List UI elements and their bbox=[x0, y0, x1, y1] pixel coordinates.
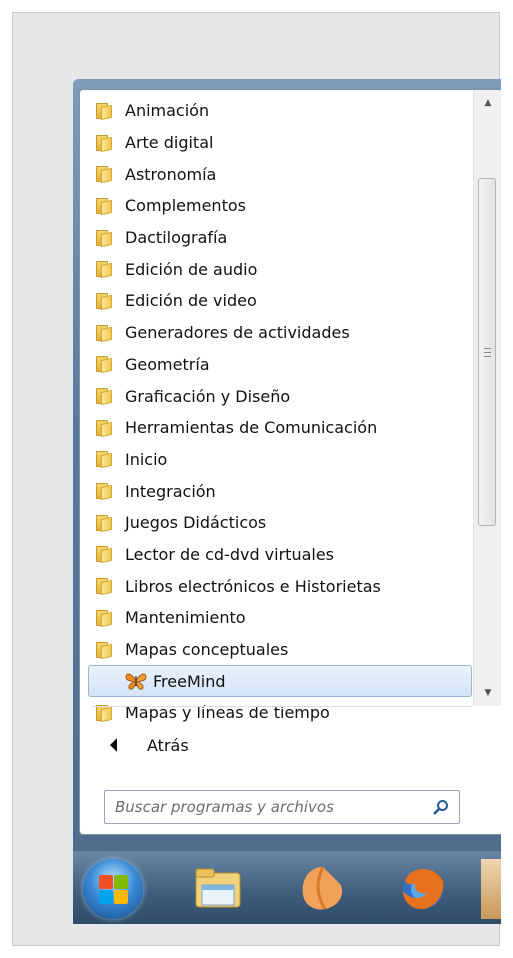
folder-icon bbox=[96, 102, 114, 121]
programs-panel: Animación Arte digital Astronomía Comple… bbox=[79, 89, 501, 835]
folder-icon bbox=[96, 578, 114, 596]
folder-icon bbox=[96, 514, 114, 532]
search-icon[interactable] bbox=[433, 799, 449, 815]
program-label: Mantenimiento bbox=[125, 608, 246, 628]
start-orb-icon[interactable] bbox=[83, 859, 143, 919]
program-folder-item[interactable]: Dactilografía bbox=[80, 222, 472, 254]
program-label: Integración bbox=[125, 481, 216, 501]
windows-explorer-icon[interactable] bbox=[188, 859, 248, 919]
start-menu: Animación Arte digital Astronomía Comple… bbox=[73, 79, 501, 924]
folder-icon bbox=[96, 451, 114, 469]
program-label: Edición de audio bbox=[125, 259, 258, 279]
taskbar-item-partial[interactable] bbox=[481, 859, 501, 919]
program-label: Graficación y Diseño bbox=[125, 386, 291, 406]
program-label: Arte digital bbox=[125, 133, 214, 153]
grip-icon bbox=[483, 347, 491, 357]
program-label: Generadores de actividades bbox=[125, 323, 350, 343]
program-folder-item[interactable]: Astronomía bbox=[80, 158, 472, 190]
program-label: Mapas conceptuales bbox=[125, 640, 289, 660]
program-folder-item[interactable]: Graficación y Diseño bbox=[80, 380, 472, 412]
programs-scrollbar[interactable]: ▲ ▼ bbox=[473, 90, 501, 706]
program-folder-item[interactable]: Edición de audio bbox=[80, 253, 472, 285]
program-label: Libros electrónicos e Historietas bbox=[125, 576, 381, 596]
program-label: FreeMind bbox=[153, 671, 226, 691]
program-label: Complementos bbox=[125, 196, 246, 216]
back-label: Atrás bbox=[147, 735, 189, 755]
search-box[interactable] bbox=[104, 790, 460, 824]
folder-icon bbox=[96, 704, 114, 723]
folder-icon bbox=[96, 483, 114, 501]
program-folder-item[interactable]: Complementos bbox=[80, 190, 472, 222]
program-label: Inicio bbox=[125, 449, 168, 469]
program-folder-item[interactable]: Generadores de actividades bbox=[80, 317, 472, 349]
folder-icon bbox=[96, 609, 114, 628]
program-folder-item[interactable]: Libros electrónicos e Historietas bbox=[80, 570, 472, 602]
folder-icon bbox=[96, 546, 114, 564]
program-folder-item[interactable]: Mantenimiento bbox=[80, 602, 472, 634]
folder-icon bbox=[96, 324, 114, 342]
program-label: Geometría bbox=[125, 354, 210, 374]
folder-icon bbox=[96, 134, 114, 152]
folder-icon bbox=[96, 419, 114, 437]
search-input[interactable] bbox=[113, 797, 417, 817]
program-label: Astronomía bbox=[125, 164, 217, 184]
taskbar bbox=[73, 851, 501, 924]
butterfly-icon bbox=[125, 673, 147, 690]
folder-icon bbox=[96, 641, 114, 659]
scroll-up-arrow-icon[interactable]: ▲ bbox=[474, 92, 501, 114]
program-folder-item[interactable]: Animación bbox=[80, 95, 472, 127]
folder-icon bbox=[96, 166, 114, 184]
program-label: Lector de cd-dvd virtuales bbox=[125, 544, 335, 564]
folder-icon bbox=[96, 388, 114, 406]
program-label: Dactilografía bbox=[125, 228, 228, 248]
program-folder-item[interactable]: Inicio bbox=[80, 444, 472, 476]
firefox-icon[interactable] bbox=[393, 859, 453, 919]
program-label: Herramientas de Comunicación bbox=[125, 418, 378, 438]
freemind-menu-item[interactable]: FreeMind bbox=[88, 665, 472, 698]
folder-icon bbox=[96, 229, 114, 247]
program-folder-item[interactable]: Mapas y líneas de tiempo bbox=[80, 697, 472, 729]
folder-icon bbox=[96, 261, 114, 279]
program-label: Juegos Didácticos bbox=[125, 513, 267, 533]
program-folder-item[interactable]: Herramientas de Comunicación bbox=[80, 412, 472, 444]
folder-icon bbox=[96, 356, 114, 374]
program-folder-item[interactable]: Arte digital bbox=[80, 127, 472, 159]
scroll-thumb[interactable] bbox=[478, 178, 496, 526]
separator bbox=[92, 706, 472, 707]
program-folder-item[interactable]: Mapas conceptuales bbox=[80, 634, 472, 666]
program-folder-item[interactable]: Integración bbox=[80, 475, 472, 507]
app-icon[interactable] bbox=[293, 859, 353, 919]
back-button[interactable]: Atrás bbox=[90, 730, 290, 760]
program-folder-item[interactable]: Juegos Didácticos bbox=[80, 507, 472, 539]
program-folder-item[interactable]: Geometría bbox=[80, 349, 472, 381]
folder-icon bbox=[96, 292, 114, 311]
program-folder-item[interactable]: Lector de cd-dvd virtuales bbox=[80, 539, 472, 571]
program-label: Edición de video bbox=[125, 291, 257, 311]
back-arrow-icon bbox=[110, 738, 117, 752]
screenshot-frame: Animación Arte digital Astronomía Comple… bbox=[12, 12, 501, 946]
programs-list: Animación Arte digital Astronomía Comple… bbox=[80, 95, 472, 729]
scroll-down-arrow-icon[interactable]: ▼ bbox=[474, 682, 501, 704]
program-label: Animación bbox=[125, 101, 210, 121]
folder-icon bbox=[96, 197, 114, 216]
program-folder-item[interactable]: Edición de video bbox=[80, 285, 472, 317]
